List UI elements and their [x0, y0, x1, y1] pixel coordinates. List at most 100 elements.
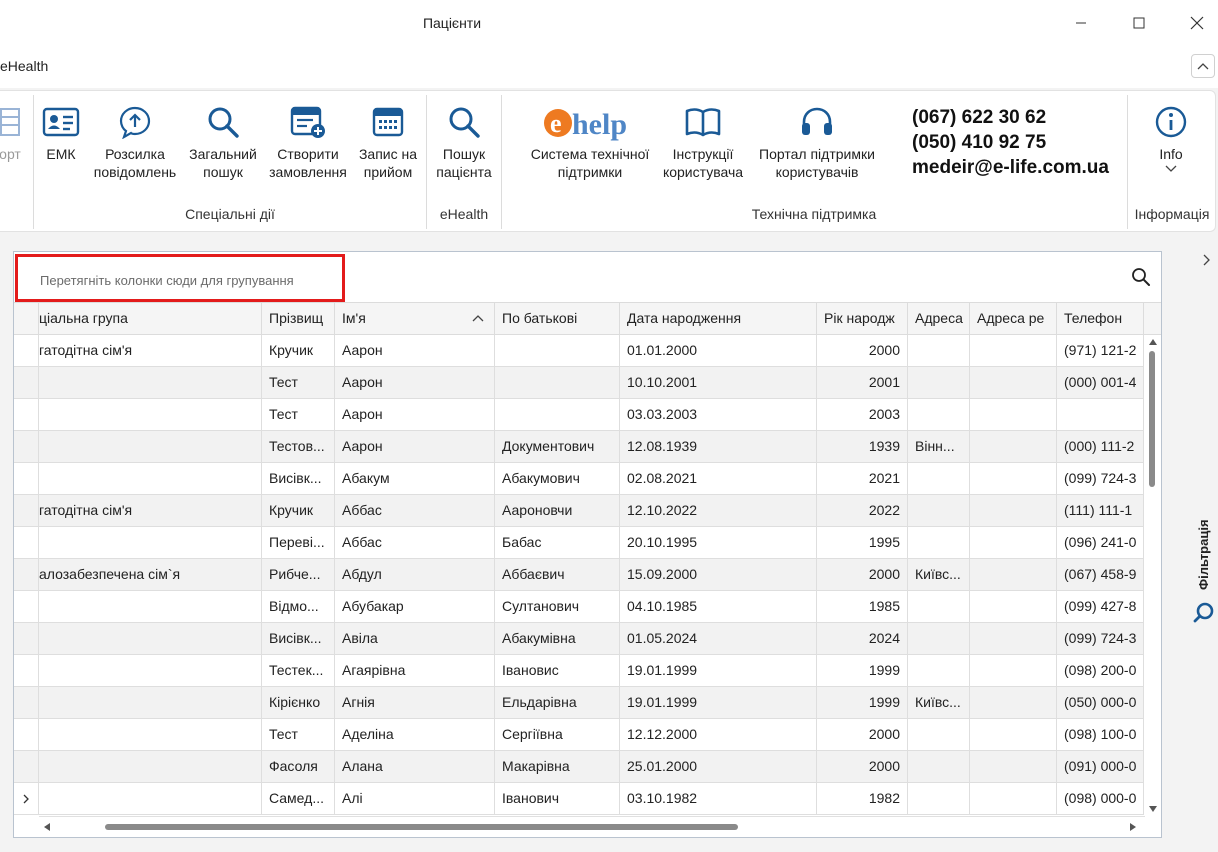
cell-reg-address[interactable]: [970, 783, 1057, 814]
cell-reg-address[interactable]: [970, 687, 1057, 718]
info-button[interactable]: Info: [1136, 99, 1206, 173]
cell-first-name[interactable]: Абубакар: [335, 591, 495, 622]
cell-first-name[interactable]: Алі: [335, 783, 495, 814]
row-indicator[interactable]: [14, 655, 39, 686]
table-row[interactable]: Тест Аарон 10.10.2001 2001 (000) 001-4: [14, 367, 1144, 399]
column-header-patronymic[interactable]: По батькові: [495, 303, 620, 334]
support-portal-button[interactable]: Портал підтримки користувачів: [751, 99, 883, 181]
row-indicator[interactable]: [14, 335, 39, 366]
cell-reg-address[interactable]: [970, 463, 1057, 494]
cell-social-group[interactable]: [39, 655, 262, 686]
cell-social-group[interactable]: [39, 623, 262, 654]
minimize-button[interactable]: [1061, 8, 1101, 38]
cell-reg-address[interactable]: [970, 751, 1057, 782]
column-header-birth-date[interactable]: Дата народження: [620, 303, 817, 334]
general-search-button[interactable]: Загальний пошук: [184, 99, 262, 181]
cell-social-group[interactable]: [39, 719, 262, 750]
cell-phone[interactable]: (098) 100-0: [1057, 719, 1144, 750]
cell-birth-date[interactable]: 03.03.2003: [620, 399, 817, 430]
cell-phone[interactable]: (050) 000-0: [1057, 687, 1144, 718]
cell-last-name[interactable]: Тестек...: [262, 655, 335, 686]
cell-phone[interactable]: (111) 111-1: [1057, 495, 1144, 526]
cell-patronymic[interactable]: Макарівна: [495, 751, 620, 782]
cell-birth-year[interactable]: 1985: [817, 591, 908, 622]
cell-patronymic[interactable]: Султанович: [495, 591, 620, 622]
table-row[interactable]: Переві... Аббас Бабас 20.10.1995 1995 (096) 2…: [14, 527, 1144, 559]
cell-birth-year[interactable]: 1999: [817, 655, 908, 686]
row-indicator[interactable]: [14, 623, 39, 654]
table-row[interactable]: Тест Аделіна Сергіївна 12.12.2000 2000 (098) …: [14, 719, 1144, 751]
cell-reg-address[interactable]: [970, 495, 1057, 526]
vertical-scrollbar[interactable]: [1145, 335, 1161, 815]
cell-birth-year[interactable]: 1999: [817, 687, 908, 718]
row-indicator[interactable]: [14, 495, 39, 526]
cell-first-name[interactable]: Аарон: [335, 399, 495, 430]
row-indicator[interactable]: [14, 719, 39, 750]
cell-last-name[interactable]: Кручик: [262, 495, 335, 526]
cell-phone[interactable]: (099) 724-3: [1057, 463, 1144, 494]
cell-birth-date[interactable]: 12.10.2022: [620, 495, 817, 526]
cell-phone[interactable]: (067) 458-9: [1057, 559, 1144, 590]
cell-birth-date[interactable]: 12.08.1939: [620, 431, 817, 462]
close-button[interactable]: [1177, 8, 1217, 38]
cell-birth-year[interactable]: 2000: [817, 719, 908, 750]
cell-birth-year[interactable]: 1982: [817, 783, 908, 814]
table-row[interactable]: Тестек... Агаярівна Івановис 19.01.1999 1999…: [14, 655, 1144, 687]
cell-patronymic[interactable]: Абакумович: [495, 463, 620, 494]
cell-reg-address[interactable]: [970, 719, 1057, 750]
cell-birth-year[interactable]: 1995: [817, 527, 908, 558]
table-row[interactable]: Висівк... Авіла Абакумівна 01.05.2024 2024 (0…: [14, 623, 1144, 655]
cell-patronymic[interactable]: [495, 335, 620, 366]
cell-address[interactable]: [908, 495, 970, 526]
cell-birth-date[interactable]: 12.12.2000: [620, 719, 817, 750]
cell-first-name[interactable]: Аарон: [335, 367, 495, 398]
cell-first-name[interactable]: Аделіна: [335, 719, 495, 750]
cell-birth-date[interactable]: 15.09.2000: [620, 559, 817, 590]
cell-address[interactable]: [908, 335, 970, 366]
cell-birth-date[interactable]: 01.01.2000: [620, 335, 817, 366]
appointment-button[interactable]: Запис на прийом: [353, 99, 423, 181]
cell-birth-date[interactable]: 25.01.2000: [620, 751, 817, 782]
table-row[interactable]: Фасоля Алана Макарівна 25.01.2000 2000 (091) …: [14, 751, 1144, 783]
cell-patronymic[interactable]: Ельдарівна: [495, 687, 620, 718]
cell-birth-year[interactable]: 2000: [817, 335, 908, 366]
cell-address[interactable]: [908, 783, 970, 814]
cell-social-group[interactable]: гатодітна сім'я: [39, 495, 262, 526]
cell-phone[interactable]: (091) 000-0: [1057, 751, 1144, 782]
cell-last-name[interactable]: Відмо...: [262, 591, 335, 622]
table-row[interactable]: Відмо... Абубакар Султанович 04.10.1985 1985…: [14, 591, 1144, 623]
cell-phone[interactable]: (099) 427-8: [1057, 591, 1144, 622]
column-header-phone[interactable]: Телефон: [1057, 303, 1144, 334]
cell-phone[interactable]: (971) 121-2: [1057, 335, 1144, 366]
table-row[interactable]: Тестов... Аарон Документович 12.08.1939 1939…: [14, 431, 1144, 463]
cell-last-name[interactable]: Переві...: [262, 527, 335, 558]
cell-address[interactable]: [908, 591, 970, 622]
cell-first-name[interactable]: Агаярівна: [335, 655, 495, 686]
cell-first-name[interactable]: Аарон: [335, 431, 495, 462]
cell-birth-year[interactable]: 2000: [817, 751, 908, 782]
horizontal-scrollbar[interactable]: [39, 816, 1145, 836]
cell-first-name[interactable]: Аббас: [335, 527, 495, 558]
cell-patronymic[interactable]: Бабас: [495, 527, 620, 558]
cell-first-name[interactable]: Авіла: [335, 623, 495, 654]
cell-social-group[interactable]: [39, 367, 262, 398]
row-indicator[interactable]: [14, 399, 39, 430]
cell-phone[interactable]: [1057, 399, 1144, 430]
ribbon-button-partial[interactable]: орт: [0, 99, 26, 163]
row-indicator[interactable]: [14, 751, 39, 782]
cell-social-group[interactable]: алозабезпечена сім`я: [39, 559, 262, 590]
vertical-scroll-thumb[interactable]: [1149, 351, 1155, 487]
cell-reg-address[interactable]: [970, 655, 1057, 686]
cell-patronymic[interactable]: Абакумівна: [495, 623, 620, 654]
row-indicator[interactable]: [14, 463, 39, 494]
column-header-reg-address[interactable]: Адреса ре: [970, 303, 1057, 334]
row-indicator[interactable]: [14, 687, 39, 718]
cell-last-name[interactable]: Висівк...: [262, 463, 335, 494]
cell-last-name[interactable]: Тест: [262, 399, 335, 430]
cell-last-name[interactable]: Самед...: [262, 783, 335, 814]
cell-last-name[interactable]: Фасоля: [262, 751, 335, 782]
row-indicator[interactable]: [14, 559, 39, 590]
cell-last-name[interactable]: Тест: [262, 367, 335, 398]
support-system-button[interactable]: e help Система технічної підтримки: [522, 99, 658, 181]
cell-last-name[interactable]: Тестов...: [262, 431, 335, 462]
